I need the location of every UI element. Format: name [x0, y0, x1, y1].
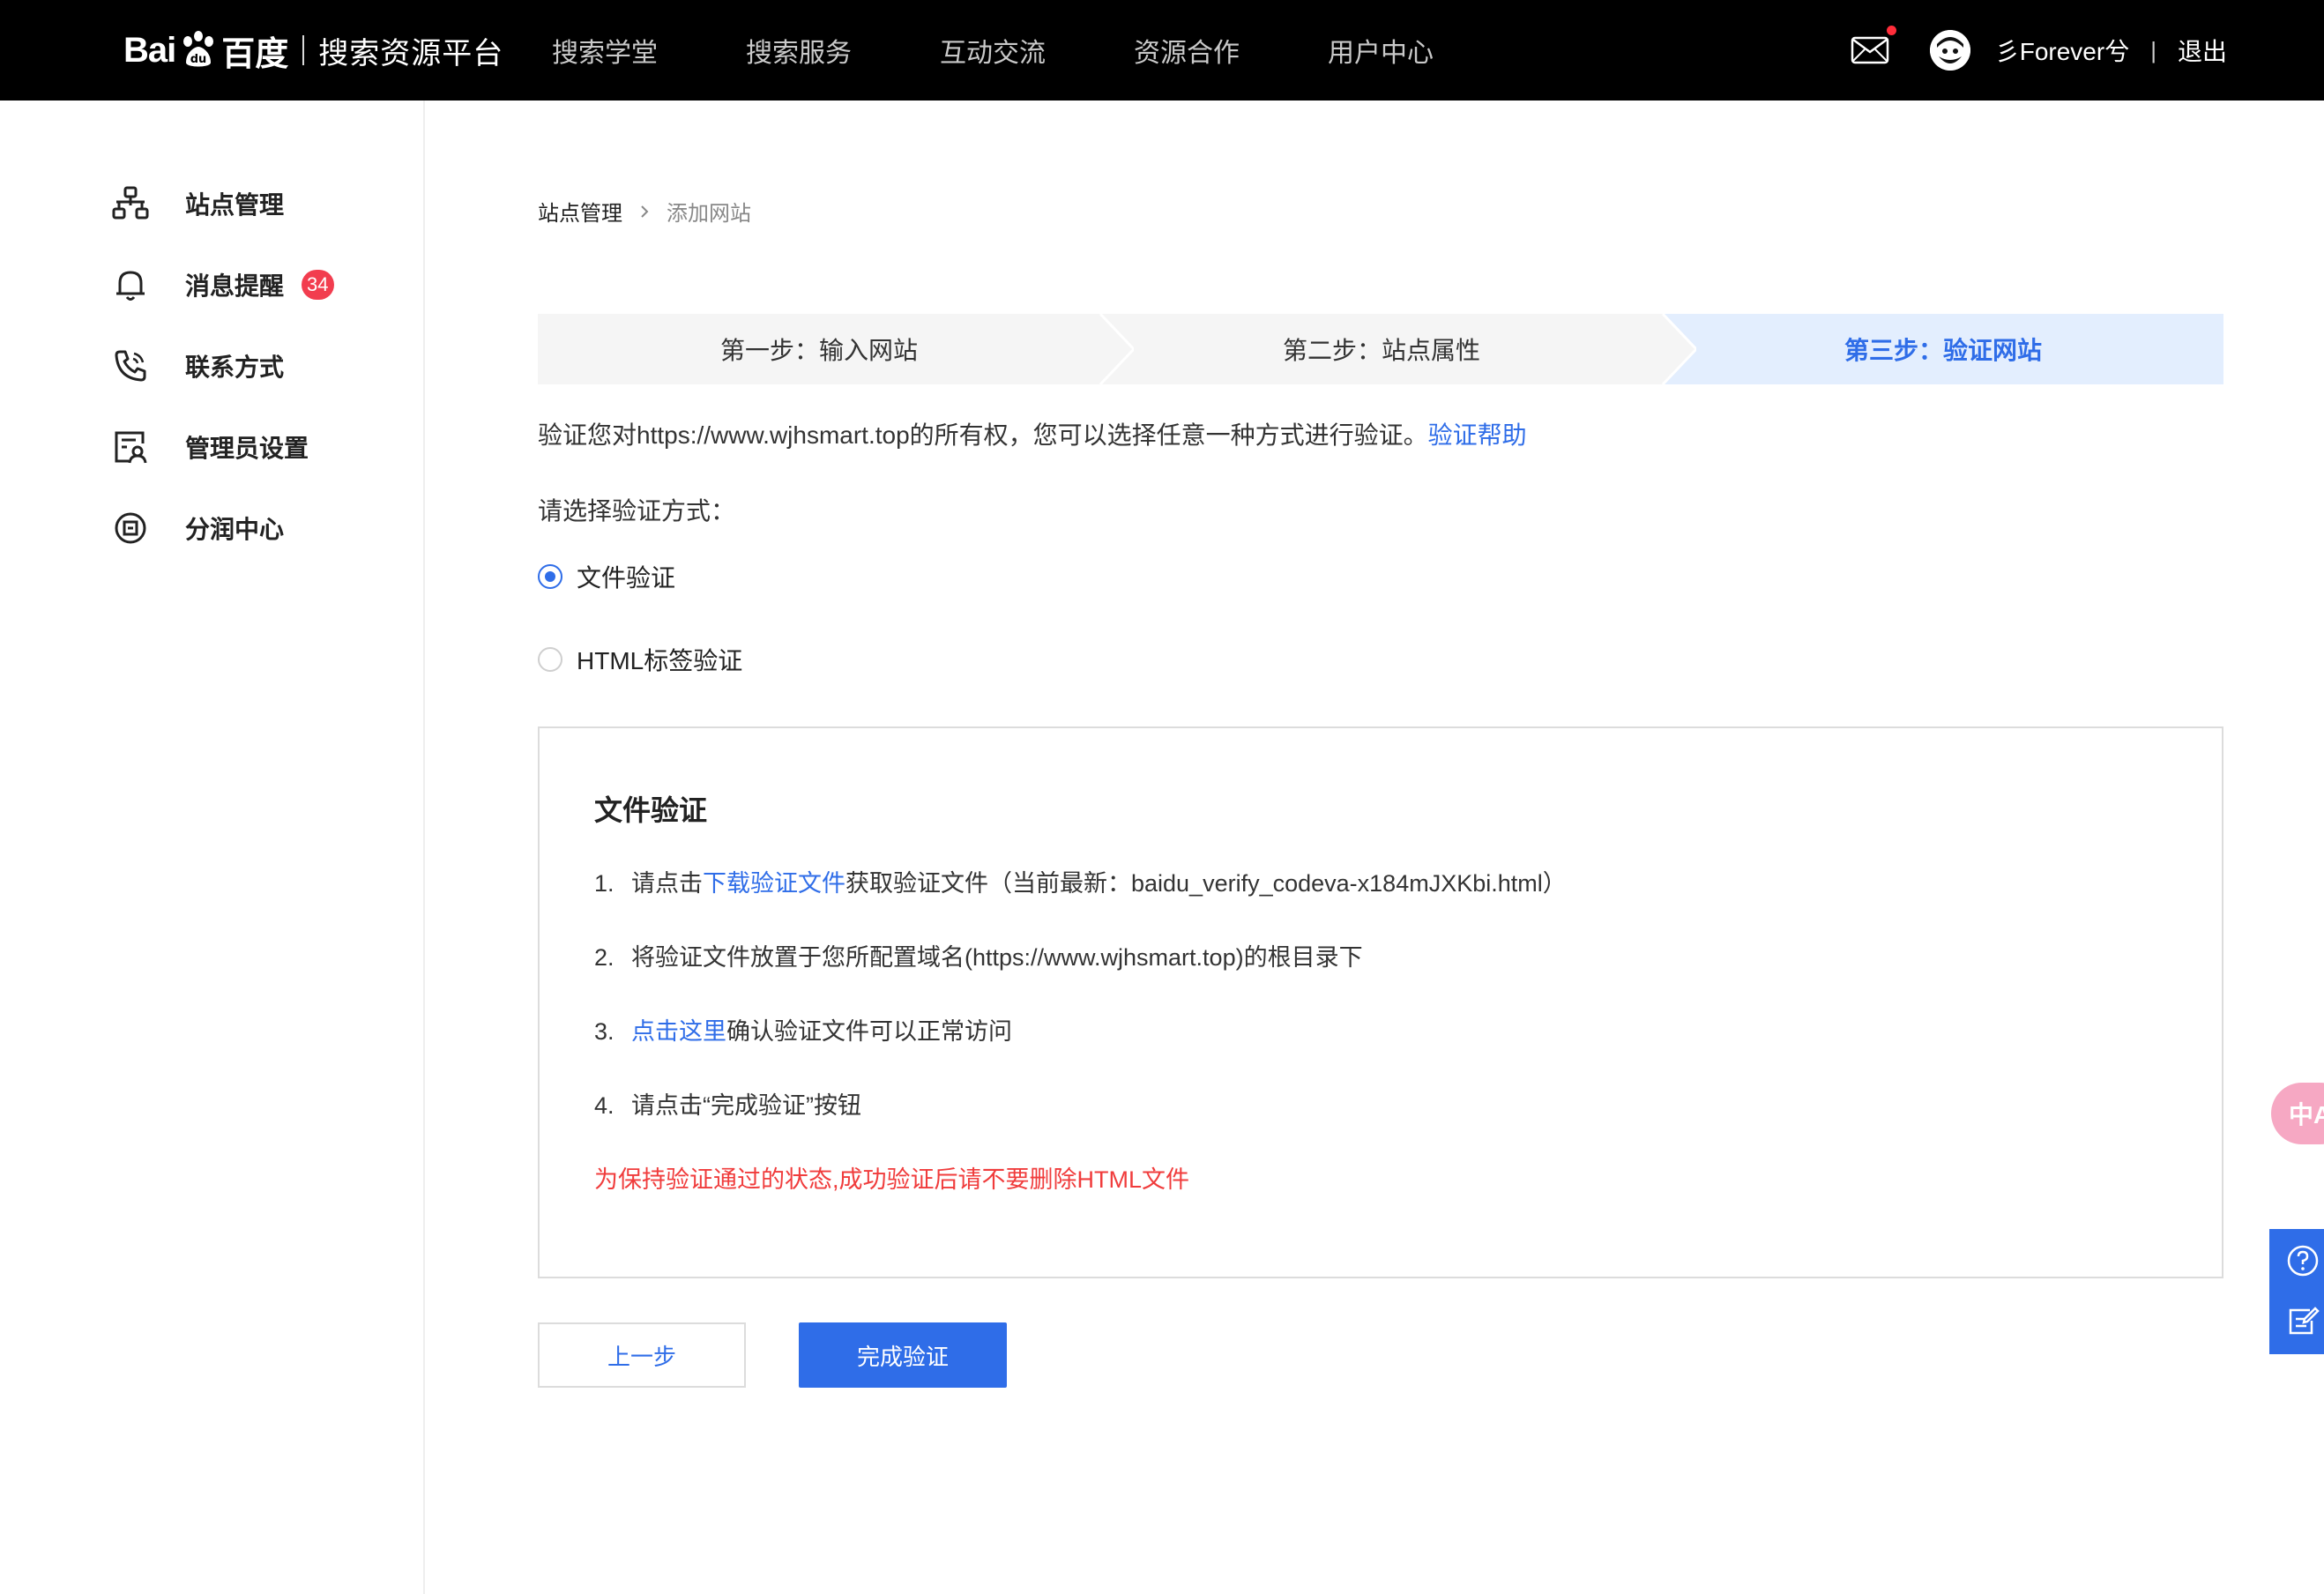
- option-html-tag-verification[interactable]: HTML标签验证: [538, 642, 742, 677]
- nav-search-academy[interactable]: 搜索学堂: [552, 31, 658, 70]
- step-arrow-divider: [1661, 314, 1696, 384]
- username[interactable]: 彡Forever兮: [1995, 33, 2129, 68]
- mail-icon: [1851, 36, 1888, 64]
- instruction-step-4: 4. 请点击“完成验证”按钮: [594, 1086, 861, 1121]
- complete-verification-button[interactable]: 完成验证: [799, 1322, 1007, 1388]
- intro-text: 验证您对https://www.wjhsmart.top的所有权，您可以选择任意…: [538, 421, 1428, 449]
- logo-text-cn: 百度: [221, 35, 289, 73]
- nav-interaction[interactable]: 互动交流: [940, 31, 1046, 70]
- step-number: 4.: [594, 1092, 615, 1119]
- radio-file-verification[interactable]: [538, 564, 562, 589]
- nav-search-services[interactable]: 搜索服务: [746, 31, 852, 70]
- user-area: 彡Forever兮 | 退出: [1851, 0, 2227, 101]
- previous-step-button[interactable]: 上一步: [538, 1322, 746, 1388]
- chevron-right-icon: [641, 205, 649, 218]
- step-3-label: 第三步：验证网站: [1844, 337, 2042, 364]
- header-separator: |: [2150, 36, 2156, 63]
- breadcrumb-parent[interactable]: 站点管理: [538, 196, 622, 227]
- sidebar: 站点管理 消息提醒 34 联系方式 管理员设置 分润中心: [0, 101, 425, 1594]
- sidebar-item-revenue-center[interactable]: 分润中心: [111, 506, 284, 550]
- option-label: HTML标签验证: [577, 647, 743, 674]
- message-count-badge: 34: [302, 270, 334, 300]
- radio-html-tag-verification[interactable]: [538, 647, 562, 672]
- main-nav: 搜索学堂 搜索服务 互动交流 资源合作 用户中心: [552, 0, 1522, 101]
- sidebar-item-label: 联系方式: [185, 354, 285, 381]
- avatar[interactable]: [1929, 30, 1970, 71]
- step-1: 第一步：输入网站: [538, 314, 1100, 384]
- step-number: 3.: [594, 1018, 615, 1045]
- paw-icon: du: [183, 31, 214, 67]
- file-verification-panel: 文件验证 1. 请点击下载验证文件获取验证文件（当前最新：baidu_verify…: [538, 726, 2223, 1278]
- step-2-label: 第二步：站点属性: [1282, 337, 1480, 364]
- nav-resource-cooperation[interactable]: 资源合作: [1134, 31, 1240, 70]
- sidebar-item-site-management[interactable]: 站点管理: [111, 182, 284, 226]
- baidu-logo[interactable]: Bai du 百度 搜索资源平台: [123, 19, 503, 81]
- sidebar-item-label: 分润中心: [185, 516, 285, 543]
- instruction-step-2: 2. 将验证文件放置于您所配置域名(https://www.wjhsmart.to…: [594, 938, 1363, 972]
- step-2: 第二步：站点属性: [1100, 314, 1663, 384]
- bell-icon: [116, 271, 145, 301]
- admin-settings-icon: [115, 431, 147, 464]
- instruction-step-3: 3. 点击这里确认验证文件可以正常访问: [594, 1012, 1012, 1047]
- click-here-link[interactable]: 点击这里: [631, 1018, 726, 1045]
- logo-text-en: Bai: [123, 30, 176, 70]
- top-navbar: Bai du 百度 搜索资源平台 搜索学堂 搜索服务 互动交流 资源合作 用户中…: [0, 0, 2324, 101]
- feedback-edit-icon[interactable]: [2285, 1303, 2320, 1338]
- translate-widget[interactable]: 中A: [2271, 1083, 2324, 1144]
- breadcrumb-current: 添加网站: [667, 202, 751, 226]
- sidebar-item-admin-settings[interactable]: 管理员设置: [111, 425, 309, 469]
- help-icon[interactable]: [2285, 1243, 2320, 1278]
- phone-icon: [115, 350, 146, 382]
- step-1-suffix: 获取验证文件（当前最新：baidu_verify_codeva-x184mJXK…: [845, 870, 1567, 897]
- breadcrumb: 站点管理 添加网站: [538, 196, 751, 227]
- ownership-intro: 验证您对https://www.wjhsmart.top的所有权，您可以选择任意…: [538, 416, 1527, 451]
- avatar-icon: [1929, 30, 1970, 71]
- step-1-label: 第一步：输入网站: [719, 337, 918, 364]
- sidebar-item-label: 管理员设置: [185, 435, 309, 462]
- logout-link[interactable]: 退出: [2178, 33, 2227, 68]
- step-2-text: 将验证文件放置于您所配置域名(https://www.wjhsmart.top)…: [631, 944, 1363, 971]
- sidebar-item-contact[interactable]: 联系方式: [111, 344, 284, 388]
- sidebar-item-label: 站点管理: [185, 191, 285, 219]
- step-1-prefix: 请点击: [631, 870, 703, 897]
- step-number: 1.: [594, 870, 615, 897]
- step-3-suffix: 确认验证文件可以正常访问: [726, 1018, 1012, 1045]
- translate-icon: 中A: [2289, 1101, 2324, 1128]
- logo-divider: [302, 35, 305, 65]
- verify-help-link[interactable]: 验证帮助: [1428, 421, 1527, 449]
- floating-toolbar: [2269, 1229, 2324, 1354]
- sidebar-item-messages[interactable]: 消息提醒 34: [111, 263, 334, 307]
- step-arrow-divider: [1099, 314, 1134, 384]
- sidebar-item-label: 消息提醒: [185, 272, 285, 300]
- choose-method-label: 请选择验证方式：: [538, 497, 736, 525]
- step-indicator: 第一步：输入网站 第二步：站点属性 第三步：验证网站: [538, 314, 2223, 384]
- panel-title: 文件验证: [594, 794, 708, 826]
- step-3-active: 第三步：验证网站: [1663, 314, 2223, 384]
- mail-button[interactable]: [1851, 26, 1896, 64]
- option-label: 文件验证: [577, 564, 676, 592]
- step-number: 2.: [594, 944, 615, 971]
- option-file-verification[interactable]: 文件验证: [538, 559, 675, 594]
- nav-user-center[interactable]: 用户中心: [1328, 31, 1434, 70]
- instruction-step-1: 1. 请点击下载验证文件获取验证文件（当前最新：baidu_verify_code…: [594, 864, 1567, 898]
- step-4-text: 请点击“完成验证”按钮: [631, 1092, 861, 1119]
- revenue-icon: [115, 512, 146, 544]
- sitemap-icon: [112, 186, 149, 220]
- unread-dot: [1886, 26, 1896, 35]
- svg-text:du: du: [190, 53, 207, 66]
- download-verify-file-link[interactable]: 下载验证文件: [703, 870, 845, 897]
- warning-text: 为保持验证通过的状态,成功验证后请不要删除HTML文件: [594, 1166, 1189, 1193]
- platform-title: 搜索资源平台: [318, 36, 504, 71]
